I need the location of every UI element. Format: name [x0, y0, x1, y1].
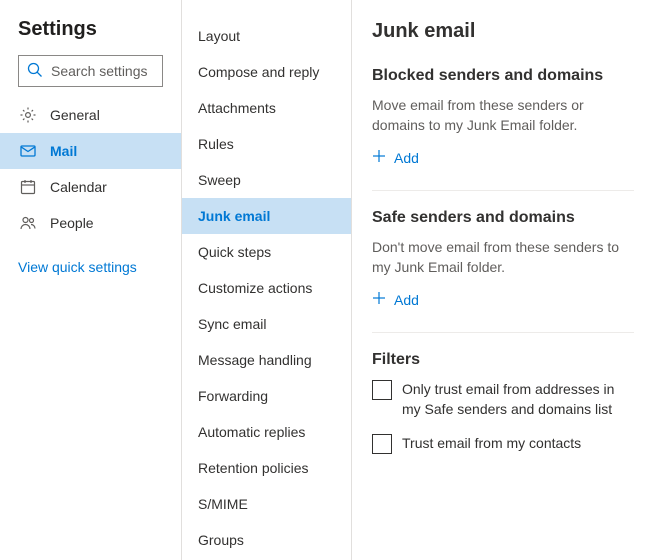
add-label: Add [394, 292, 419, 308]
section-title: Blocked senders and domains [372, 67, 634, 85]
search-settings[interactable] [18, 55, 163, 87]
filter-trust-safe-list[interactable]: Only trust email from addresses in my Sa… [372, 379, 634, 419]
sub-item-smime[interactable]: S/MIME [182, 486, 351, 522]
sub-item-groups[interactable]: Groups [182, 522, 351, 558]
sub-item-junk-email[interactable]: Junk email [182, 198, 351, 234]
sub-item-message-handling[interactable]: Message handling [182, 342, 351, 378]
add-safe-button[interactable]: Add [372, 291, 419, 308]
blocked-senders-section: Blocked senders and domains Move email f… [372, 67, 634, 166]
sub-item-automatic-replies[interactable]: Automatic replies [182, 414, 351, 450]
sub-item-sweep[interactable]: Sweep [182, 162, 351, 198]
sub-item-customize-actions[interactable]: Customize actions [182, 270, 351, 306]
sub-item-forwarding[interactable]: Forwarding [182, 378, 351, 414]
add-blocked-button[interactable]: Add [372, 149, 419, 166]
sub-item-sync-email[interactable]: Sync email [182, 306, 351, 342]
checkbox-icon [372, 434, 392, 454]
checkbox-icon [372, 380, 392, 400]
sub-item-layout[interactable]: Layout [182, 18, 351, 54]
sub-item-compose[interactable]: Compose and reply [182, 54, 351, 90]
section-title: Safe senders and domains [372, 209, 634, 227]
divider [372, 190, 634, 191]
safe-senders-section: Safe senders and domains Don't move emai… [372, 209, 634, 308]
section-desc: Don't move email from these senders to m… [372, 237, 634, 277]
plus-icon [372, 149, 386, 166]
people-icon [18, 214, 38, 232]
settings-title: Settings [0, 18, 181, 55]
search-icon [27, 62, 43, 81]
checkbox-label: Trust email from my contacts [402, 433, 581, 453]
section-desc: Move email from these senders or domains… [372, 95, 634, 135]
mail-subnav: Layout Compose and reply Attachments Rul… [182, 0, 352, 560]
filters-section: Filters Only trust email from addresses … [372, 351, 634, 454]
main-content: Junk email Blocked senders and domains M… [352, 0, 654, 560]
sub-item-quick-steps[interactable]: Quick steps [182, 234, 351, 270]
nav-label: Mail [50, 143, 77, 159]
plus-icon [372, 291, 386, 308]
mail-icon [18, 142, 38, 160]
nav-item-calendar[interactable]: Calendar [0, 169, 181, 205]
page-title: Junk email [372, 20, 634, 43]
sub-item-rules[interactable]: Rules [182, 126, 351, 162]
calendar-icon [18, 178, 38, 196]
nav-item-general[interactable]: General [0, 97, 181, 133]
nav-label: People [50, 215, 94, 231]
add-label: Add [394, 150, 419, 166]
sub-item-attachments[interactable]: Attachments [182, 90, 351, 126]
gear-icon [18, 106, 38, 124]
search-input[interactable] [51, 63, 154, 79]
checkbox-label: Only trust email from addresses in my Sa… [402, 379, 634, 419]
nav-label: Calendar [50, 179, 107, 195]
section-title: Filters [372, 351, 634, 369]
divider [372, 332, 634, 333]
nav-item-mail[interactable]: Mail [0, 133, 181, 169]
nav-item-people[interactable]: People [0, 205, 181, 241]
view-quick-settings-link[interactable]: View quick settings [0, 241, 181, 293]
nav-label: General [50, 107, 100, 123]
settings-sidebar: Settings General Mail Calendar People Vi… [0, 0, 182, 560]
sub-item-retention-policies[interactable]: Retention policies [182, 450, 351, 486]
filter-trust-contacts[interactable]: Trust email from my contacts [372, 433, 634, 454]
